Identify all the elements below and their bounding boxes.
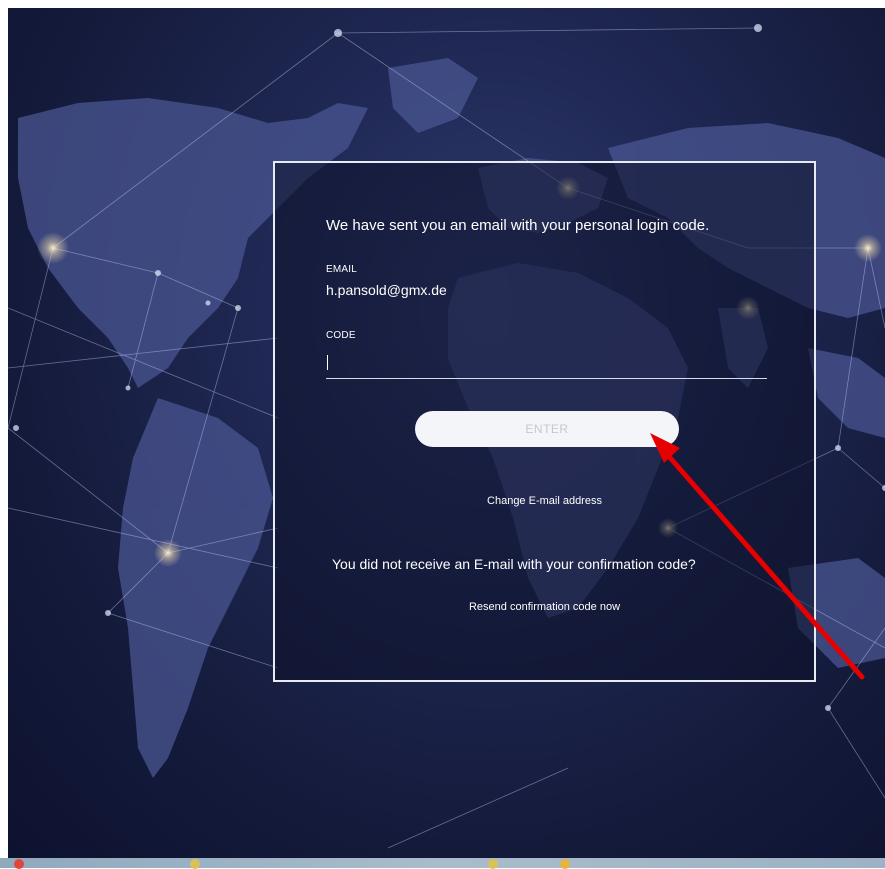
resend-code-link[interactable]: Resend confirmation code now bbox=[275, 601, 814, 613]
change-email-link[interactable]: Change E-mail address bbox=[275, 495, 814, 507]
enter-button[interactable]: ENTER bbox=[415, 411, 679, 447]
text-caret bbox=[327, 355, 328, 370]
code-label: CODE bbox=[326, 330, 356, 341]
code-input[interactable] bbox=[326, 349, 767, 379]
resend-question-text: You did not receive an E-mail with your … bbox=[332, 556, 696, 572]
screen-frame: We have sent you an email with your pers… bbox=[0, 0, 885, 869]
taskbar bbox=[0, 858, 885, 868]
email-label: EMAIL bbox=[326, 264, 358, 275]
email-value: h.pansold@gmx.de bbox=[326, 282, 447, 298]
login-code-panel: We have sent you an email with your pers… bbox=[273, 161, 816, 682]
intro-text: We have sent you an email with your pers… bbox=[326, 217, 710, 234]
